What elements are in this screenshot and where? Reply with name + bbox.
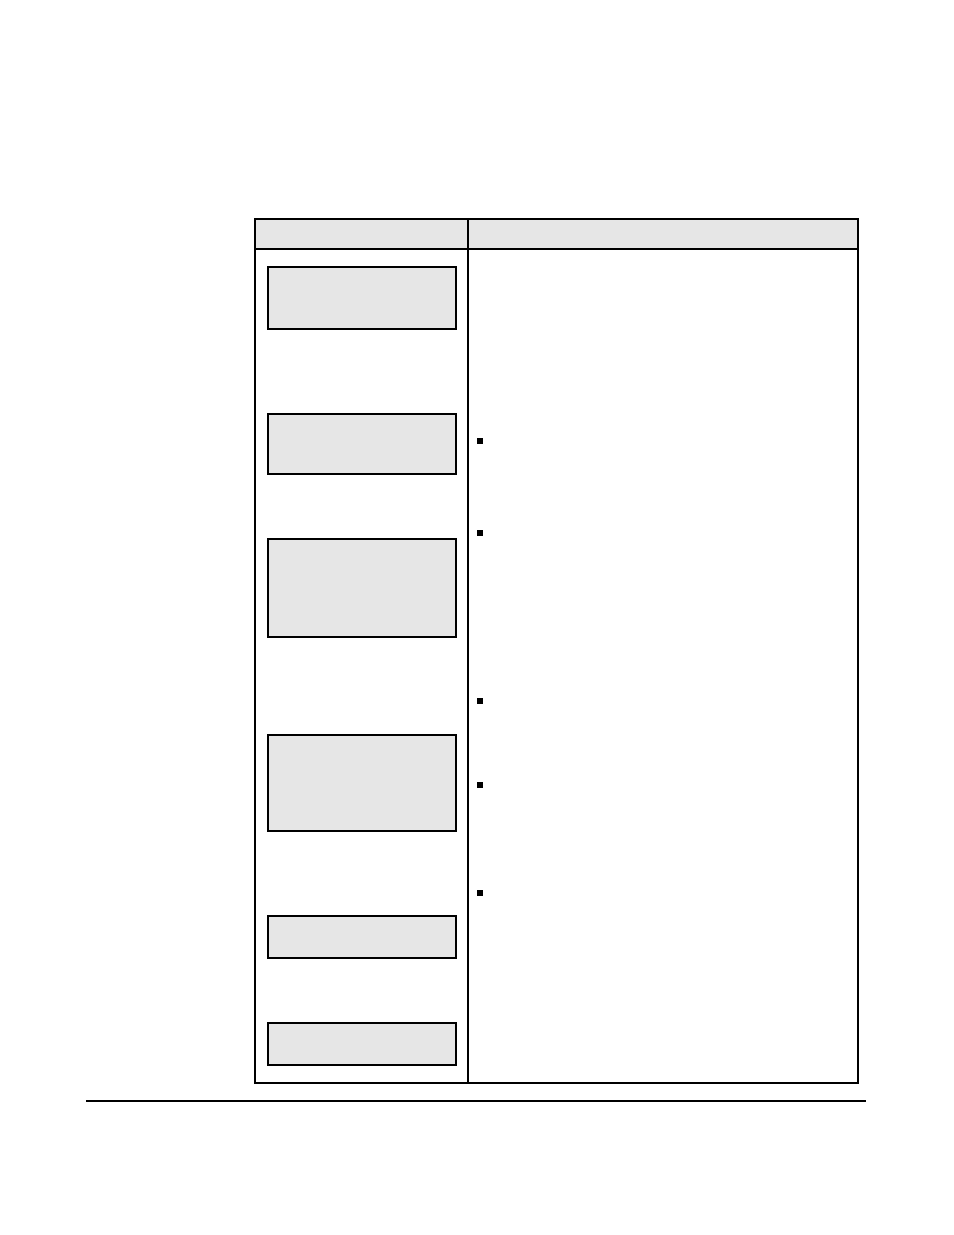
diagram-box-1 [267, 266, 457, 330]
table-header-left [256, 220, 469, 248]
bullet-item [477, 692, 851, 710]
page [0, 0, 954, 1235]
table-body-right [469, 250, 857, 1082]
table-header-row [256, 220, 857, 250]
two-column-table [254, 218, 859, 1084]
diagram-box-4 [267, 734, 457, 832]
bullet-item [477, 776, 851, 794]
diagram-box-3 [267, 538, 457, 638]
footer-rule [86, 1100, 866, 1102]
table-header-right [469, 220, 857, 248]
table-body-row [256, 250, 857, 1084]
bullet-item [477, 524, 851, 542]
bullet-item [477, 884, 851, 902]
table-body-left [256, 250, 469, 1082]
diagram-box-5 [267, 915, 457, 959]
bullet-list [477, 432, 851, 902]
diagram-box-6 [267, 1022, 457, 1066]
bullet-item [477, 432, 851, 450]
diagram-box-2 [267, 413, 457, 475]
